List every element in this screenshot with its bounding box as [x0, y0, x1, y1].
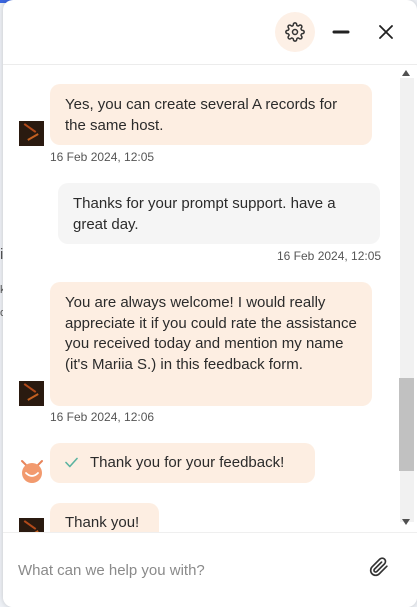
gear-icon — [285, 22, 305, 42]
check-icon — [65, 457, 78, 468]
user-message-bubble: Thanks for your prompt support. have a g… — [58, 183, 380, 244]
bot-avatar-icon — [21, 460, 43, 483]
feedback-confirmation-bubble: Thank you for your feedback! — [50, 443, 315, 483]
minus-icon — [332, 30, 350, 34]
message-scrollbar[interactable] — [397, 65, 417, 532]
chat-header — [3, 0, 417, 65]
agent-avatar — [19, 518, 44, 532]
scroll-up-arrow[interactable] — [402, 70, 410, 76]
agent-message-bubble: Thank you! — [50, 503, 159, 532]
settings-button[interactable] — [275, 12, 315, 52]
agent-message-bubble: Yes, you can create several A records fo… — [50, 84, 372, 145]
message-timestamp: 16 Feb 2024, 12:05 — [277, 249, 382, 263]
attach-button[interactable] — [369, 557, 393, 581]
scroll-down-arrow[interactable] — [402, 519, 410, 525]
close-icon — [379, 25, 393, 39]
agent-avatar — [19, 121, 44, 146]
paperclip-icon — [369, 557, 388, 577]
scrollbar-thumb[interactable] — [399, 378, 414, 471]
message-composer — [3, 532, 417, 607]
message-timestamp: 16 Feb 2024, 12:06 — [50, 410, 155, 424]
message-input[interactable] — [18, 553, 348, 587]
message-list: Yes, you can create several A records fo… — [3, 65, 397, 532]
minimize-button[interactable] — [321, 12, 361, 52]
chat-widget: Yes, you can create several A records fo… — [3, 0, 417, 607]
close-button[interactable] — [366, 12, 406, 52]
agent-message-bubble: You are always welcome! I would really a… — [50, 282, 372, 406]
agent-avatar — [19, 381, 44, 406]
message-timestamp: 16 Feb 2024, 12:05 — [50, 150, 155, 164]
feedback-confirmation-text: Thank you for your feedback! — [90, 454, 285, 471]
